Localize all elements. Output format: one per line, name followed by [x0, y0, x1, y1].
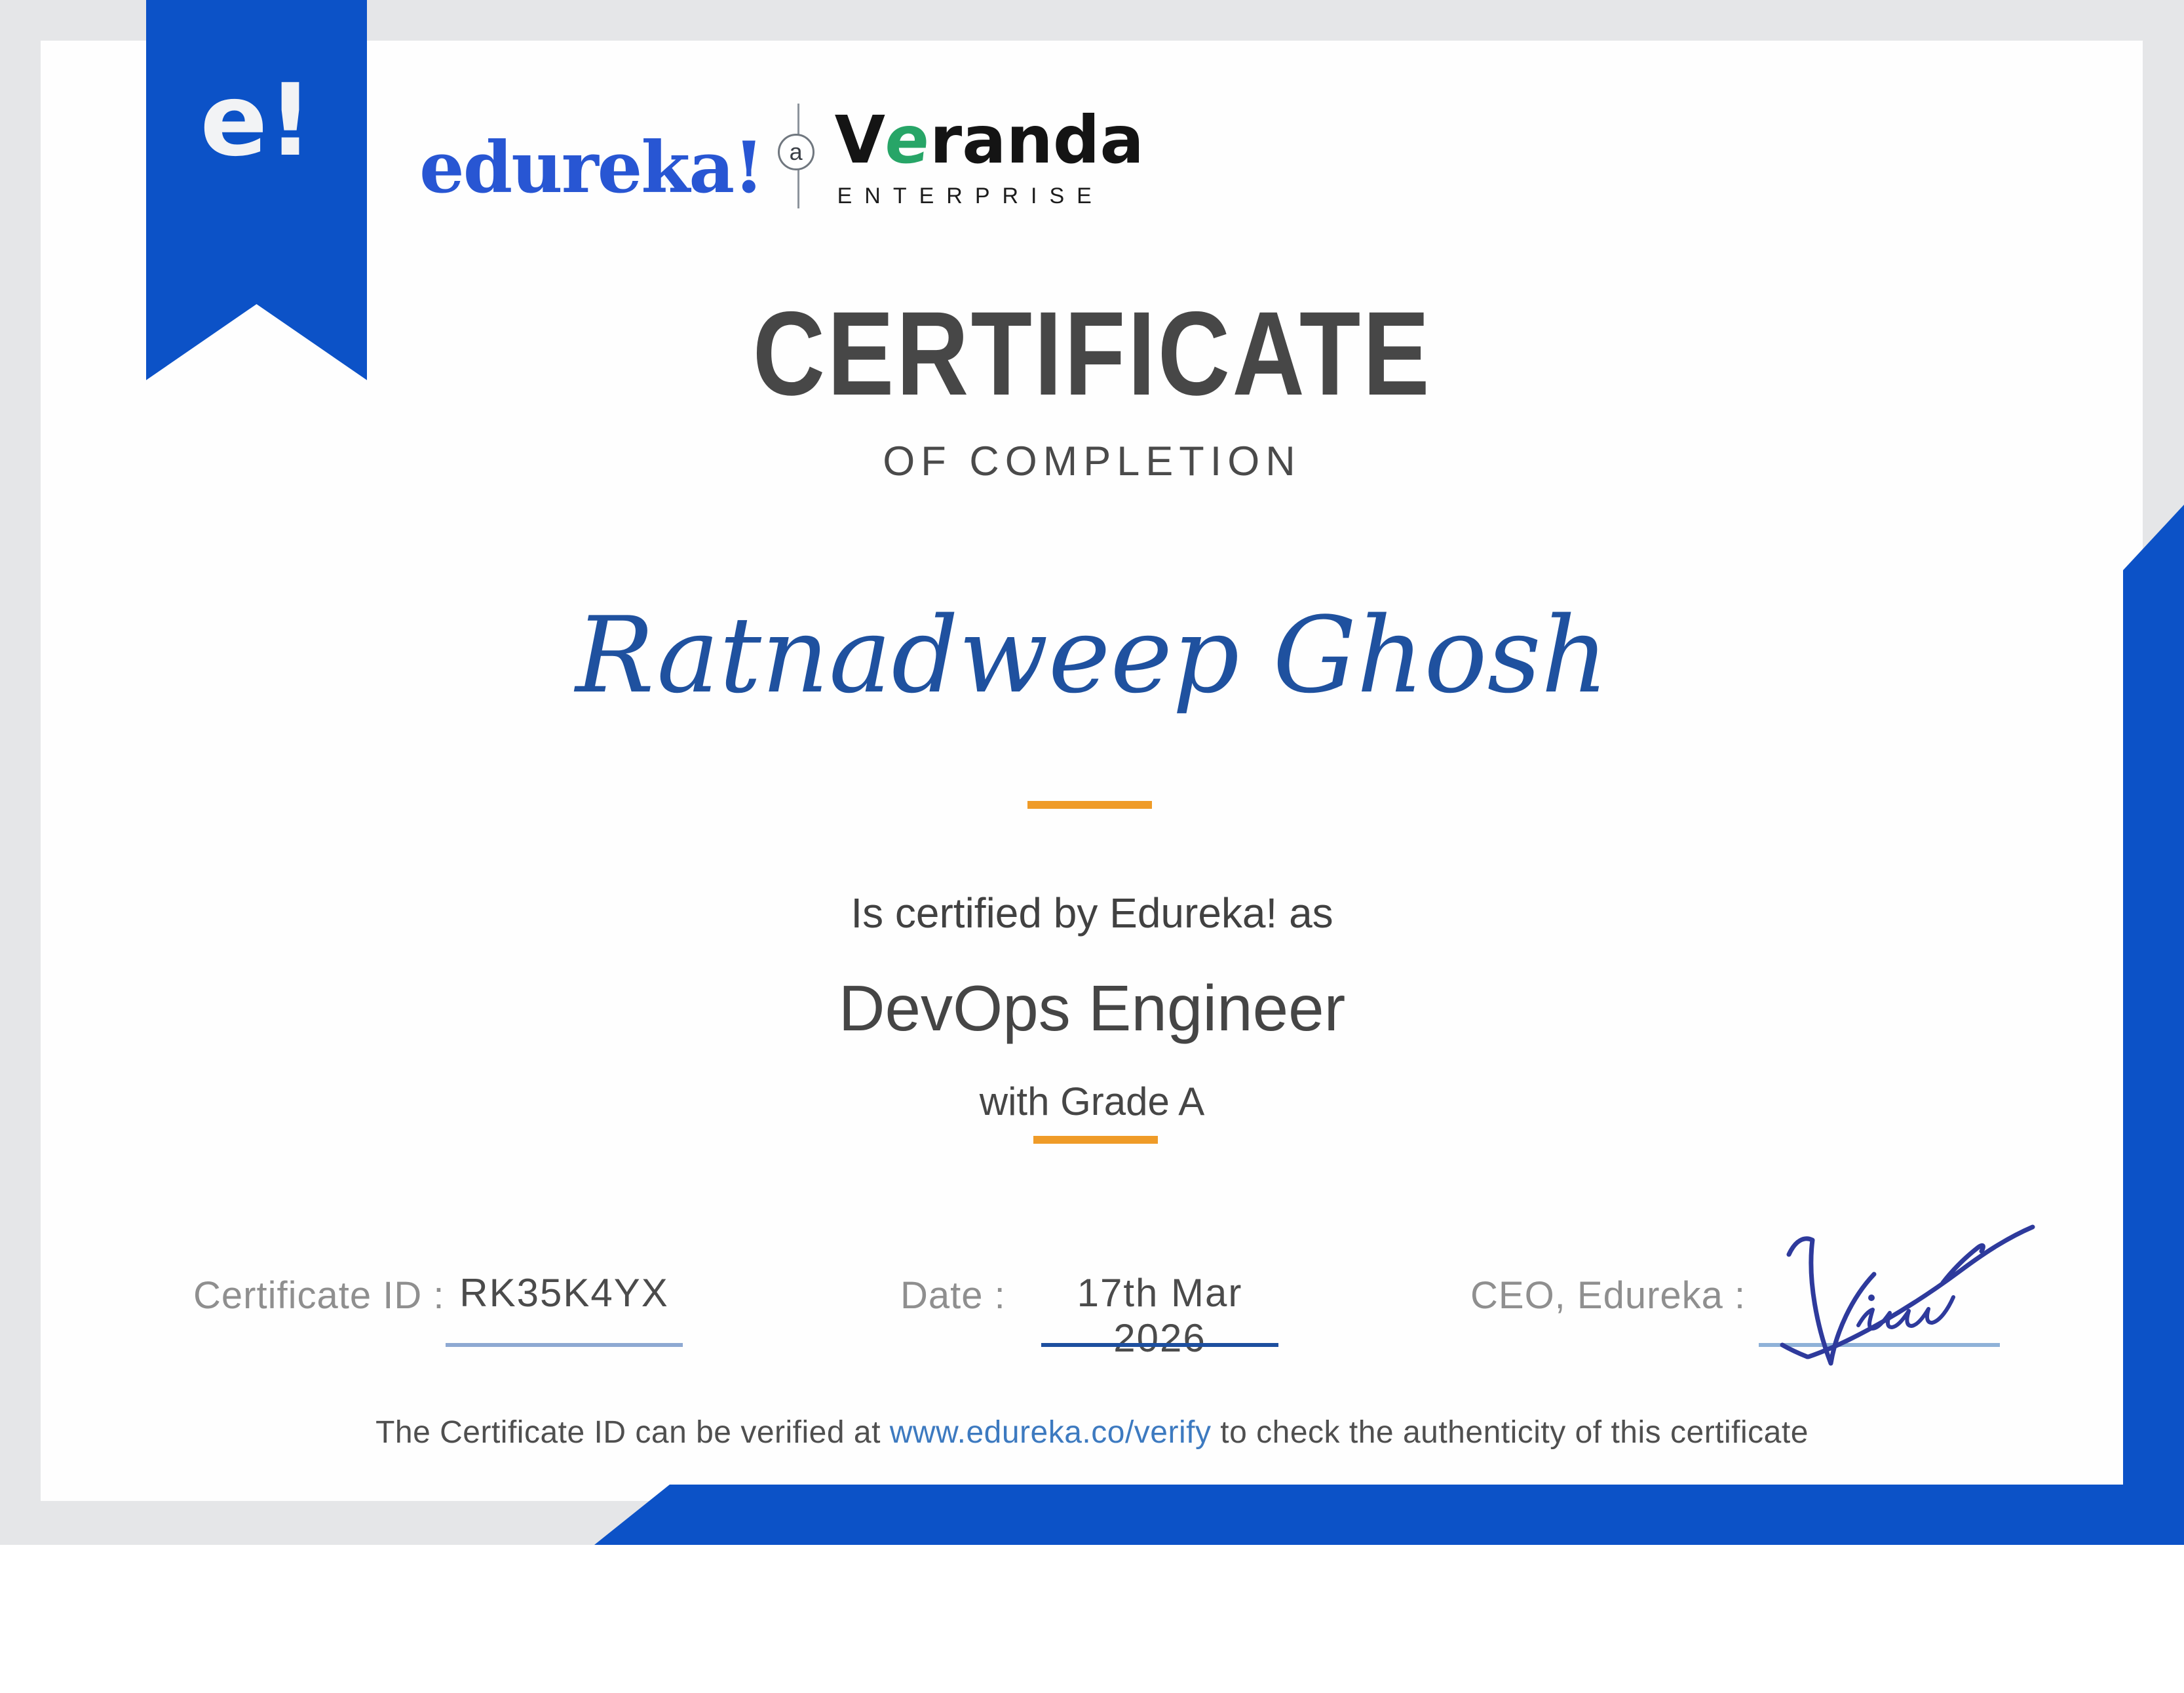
certificate-page: e! edureka! a Veranda ENTERPRISE CERTIFI…	[0, 0, 2184, 1693]
ceo-signature	[1780, 1224, 2035, 1366]
veranda-letters-randa: randa	[929, 102, 1144, 178]
veranda-letter-v: V	[834, 102, 885, 178]
veranda-wordmark: Veranda	[835, 102, 1144, 178]
date-value: 17th Mar 2026	[1077, 1271, 1243, 1360]
orange-divider-bottom	[1033, 1136, 1158, 1144]
certificate-id-value: RK35K4YX	[459, 1271, 669, 1315]
bottom-blue-band	[594, 1485, 2184, 1545]
recipient-name: Ratnadweep Ghosh	[575, 594, 1609, 716]
certificate-title-text: CERTIFICATE	[752, 286, 1432, 420]
orange-divider-top	[1027, 801, 1152, 809]
veranda-leaf-e-icon: e	[881, 102, 934, 178]
connector-a-badge: a	[777, 134, 814, 170]
verify-prefix-text: The Certificate ID can be verified at	[375, 1415, 890, 1450]
verify-suffix-text: to check the authenticity of this certif…	[1211, 1415, 1809, 1450]
signature-v-stroke	[1786, 1236, 1877, 1366]
date-label: Date :	[900, 1274, 1006, 1317]
logo-separator-line: a	[777, 104, 814, 208]
brand-logo-row: edureka! a Veranda ENTERPRISE	[419, 98, 1144, 236]
verification-line: The Certificate ID can be verified at ww…	[0, 1414, 2184, 1450]
veranda-enterprise-label: ENTERPRISE	[837, 184, 1104, 208]
grade-line: with Grade A	[979, 1080, 1205, 1123]
veranda-logo: Veranda ENTERPRISE	[835, 102, 1144, 209]
certified-by-line: Is certified by Edureka! as	[851, 889, 1333, 937]
certificate-id-label: Certificate ID :	[193, 1274, 445, 1317]
certificate-id-underline	[446, 1343, 683, 1347]
verify-link[interactable]: www.edureka.co/verify	[890, 1415, 1212, 1450]
ceo-label: CEO, Edureka :	[1470, 1274, 1746, 1317]
right-blue-bar	[2123, 505, 2184, 1545]
edureka-monogram-icon: e!	[200, 62, 313, 178]
course-role-title: DevOps Engineer	[838, 972, 1346, 1044]
signature-i-dot	[1868, 1294, 1875, 1301]
edureka-logo: edureka!	[419, 126, 765, 209]
signature-ineet-stroke	[1856, 1295, 1955, 1331]
certificate-subtitle: OF COMPLETION	[883, 438, 1301, 484]
date-underline	[1041, 1343, 1278, 1347]
signature-lead-in	[1780, 1342, 1810, 1359]
signature-flourish	[1806, 1224, 2035, 1359]
